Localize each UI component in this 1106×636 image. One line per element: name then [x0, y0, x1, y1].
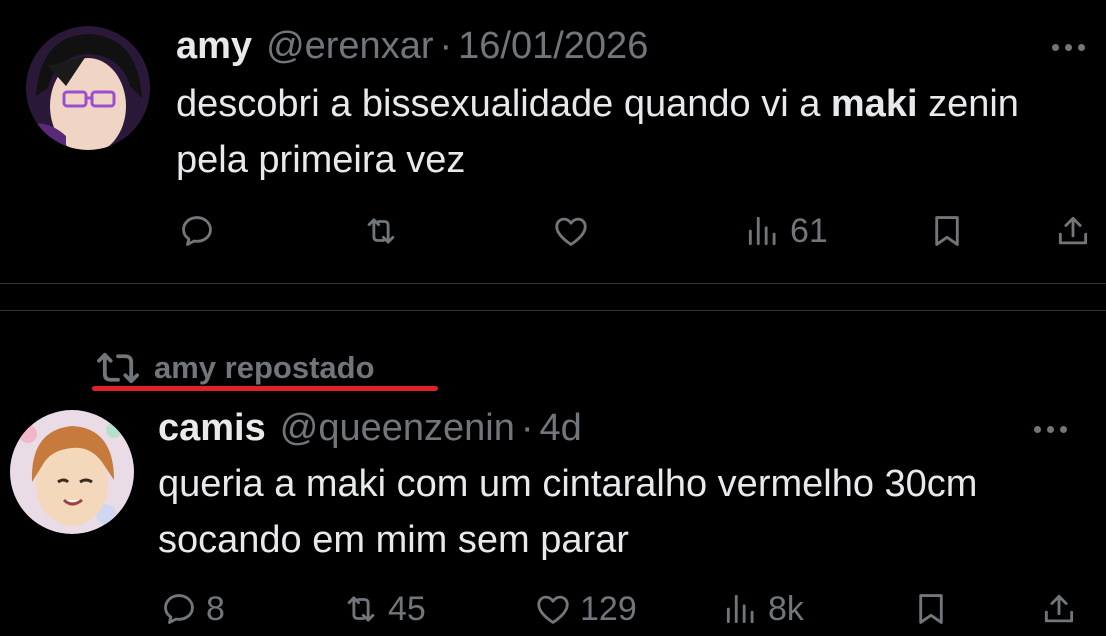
- reply-icon: [182, 216, 212, 246]
- share-icon: [1044, 594, 1074, 623]
- bookmark-button[interactable]: [912, 584, 950, 634]
- author-handle[interactable]: @queenzenin: [280, 406, 515, 450]
- tweet-text-bold: maki: [830, 83, 918, 125]
- repost-button[interactable]: [362, 206, 408, 256]
- views-icon: [748, 216, 776, 246]
- share-button[interactable]: [1040, 584, 1078, 634]
- timestamp[interactable]: 4d: [540, 406, 582, 450]
- tweet-1[interactable]: amy @erenxar · 16/01/2026 descobri a bis…: [0, 0, 1106, 284]
- share-icon: [1058, 216, 1088, 245]
- views-count: 61: [790, 211, 828, 250]
- like-button[interactable]: 129: [534, 584, 637, 634]
- bookmark-button[interactable]: [928, 206, 966, 256]
- bookmark-icon: [919, 594, 943, 624]
- like-count: 129: [580, 589, 637, 628]
- reply-button[interactable]: 8: [160, 584, 225, 634]
- reply-count: 8: [206, 589, 225, 628]
- like-icon: [555, 217, 587, 246]
- views-button[interactable]: 8k: [722, 584, 804, 634]
- tweet-2[interactable]: amy repostado camis @queenzenin · 4d que…: [0, 312, 1106, 636]
- tweet-text: descobri a bissexualidade quando vi a ma…: [176, 83, 1019, 181]
- author-name[interactable]: amy: [176, 24, 252, 68]
- avatar-camis[interactable]: [10, 410, 134, 534]
- more-icon[interactable]: [1052, 44, 1085, 51]
- reply-icon: [164, 594, 194, 624]
- repost-icon: [367, 218, 395, 244]
- views-count: 8k: [768, 589, 804, 628]
- repost-context-label: amy repostado: [154, 350, 375, 385]
- repost-icon: [97, 352, 139, 384]
- author-name[interactable]: camis: [158, 406, 266, 450]
- like-button[interactable]: [552, 206, 598, 256]
- timestamp[interactable]: 16/01/2026: [458, 24, 648, 68]
- repost-icon: [347, 596, 375, 622]
- separator-dot: ·: [520, 407, 534, 449]
- views-button[interactable]: 61: [744, 206, 828, 256]
- repost-button[interactable]: 45: [342, 584, 426, 634]
- separator-dot: ·: [439, 25, 453, 67]
- like-icon: [537, 595, 569, 624]
- views-icon: [726, 594, 754, 624]
- repost-count: 45: [388, 589, 426, 628]
- repost-context[interactable]: amy repostado: [96, 350, 375, 386]
- more-icon[interactable]: [1034, 426, 1067, 433]
- reply-button[interactable]: [178, 206, 224, 256]
- bookmark-icon: [935, 216, 959, 246]
- action-bar: 8 45 129 8k: [0, 584, 1106, 634]
- author-handle[interactable]: @erenxar: [266, 24, 433, 68]
- action-bar: 61: [0, 206, 1106, 256]
- share-button[interactable]: [1054, 206, 1092, 256]
- divider-bottom: [0, 310, 1106, 311]
- highlight-underline: [92, 386, 438, 391]
- tweet-text: queria a maki com um cintaralho vermelho…: [158, 463, 978, 561]
- divider-top: [0, 283, 1106, 284]
- avatar-amy[interactable]: [26, 26, 150, 150]
